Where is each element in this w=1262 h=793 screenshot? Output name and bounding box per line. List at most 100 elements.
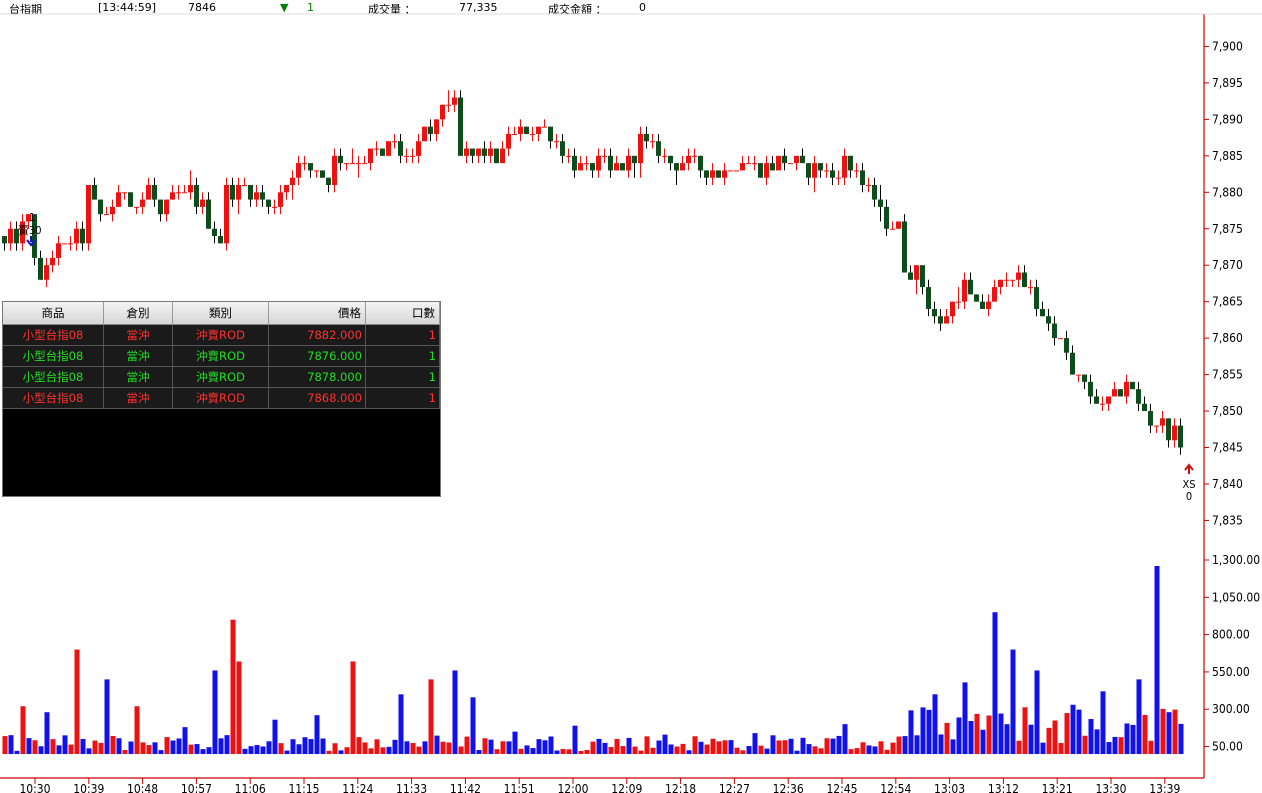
candle-body [170,192,175,200]
trade-table: 商品 倉別 類別 價格 口數 小型台指08 當沖 沖賣ROD 7882.000 1 小型台… [3,302,440,409]
candle-body [842,155,847,178]
candle-body [218,236,223,244]
volume-bar [386,746,392,754]
volume-bar [140,742,146,754]
volume-bar [968,721,974,754]
y-tick-label: 7,880 [1212,185,1243,199]
volume-bar [548,736,554,754]
volume-bar [806,744,812,754]
candle-body [968,279,973,295]
candle-body [212,228,217,237]
volume-bar [674,746,680,754]
cell-product: 小型台指08 [3,387,104,409]
volume-bar [596,738,602,754]
volume-bar [278,743,284,754]
volume-bar [362,742,368,754]
candle-body [446,104,451,106]
cell-position: 當沖 [103,324,173,346]
candle-body [602,155,607,157]
candle-body [1022,272,1027,288]
volume-bar [116,738,122,754]
volume-bar [722,740,728,754]
table-row[interactable]: 小型台指08 當沖 沖賣ROD 7868.000 1 [3,387,440,409]
table-row[interactable]: 小型台指08 當沖 沖賣ROD 7876.000 1 [3,345,440,367]
candle-body [614,163,619,171]
col-qty[interactable]: 口數 [365,302,440,325]
volume-bar [1172,709,1178,754]
col-product[interactable]: 商品 [3,302,104,325]
cell-product: 小型台指08 [3,324,104,346]
candle-body [1064,338,1069,353]
candle-body [566,155,571,157]
volume-bar [1154,565,1160,754]
volume-bar [416,746,422,754]
candle-body [572,155,577,171]
candle-body [836,177,841,179]
candle-body [920,265,925,288]
candle-body [890,228,895,230]
col-type[interactable]: 類別 [172,302,269,325]
candle-body [356,163,361,165]
volume-bar [668,744,674,754]
candle-body [440,104,445,120]
volume-bar [104,679,110,754]
col-price[interactable]: 價格 [268,302,366,325]
volume-bar [80,738,86,754]
candle-body [626,155,631,171]
volume-bar [92,740,98,754]
volume-bar [560,749,566,754]
volume-bar [758,745,764,754]
candle-body [956,301,961,303]
volume-bar [158,750,164,754]
volume-bar [1040,742,1046,754]
x-tick-label: 11:15 [288,782,319,793]
candle-body [1148,411,1153,426]
x-tick-label: 10:39 [73,782,104,793]
candle-body [1112,389,1117,397]
candle-body [950,301,955,317]
candle-body [380,148,385,156]
volume-bar [830,738,836,754]
candle-body [770,163,775,171]
x-tick-label: 13:03 [934,782,965,793]
volume-bar [650,747,656,754]
y-tick-label: 7,835 [1212,513,1243,527]
volume-bar [1094,729,1100,754]
col-position[interactable]: 倉別 [103,302,173,325]
volume-bar [800,737,806,754]
cell-type: 沖賣ROD [172,366,269,388]
candle-body [80,228,85,244]
candle-body [1070,352,1075,375]
table-row[interactable]: 小型台指08 當沖 沖賣ROD 7878.000 1 [3,366,440,388]
volume-bar [374,739,380,754]
volume-bar [728,740,734,754]
volume-bar [686,750,692,754]
volume-bar [770,735,776,754]
x-tick-label: 10:30 [19,782,50,793]
candle-body [1130,381,1135,390]
table-row[interactable]: 小型台指08 當沖 沖賣ROD 7882.000 1 [3,324,440,346]
volume-bar [494,749,500,754]
candle-body [1136,389,1141,404]
candle-body [944,316,949,324]
candle-body [128,192,133,207]
volume-bar [662,734,668,754]
volume-bar [1076,709,1082,754]
candle-body [740,163,745,171]
volume-bar [200,749,206,754]
cell-qty: 1 [365,366,440,388]
candle-body [314,170,319,172]
cell-price: 7868.000 [268,387,366,409]
candle-body [1142,403,1147,412]
y-tick-label: 7,865 [1212,295,1243,309]
candle-body [1082,374,1087,382]
trade-record-panel[interactable]: 商品 倉別 類別 價格 口數 小型台指08 當沖 沖賣ROD 7882.000 1 小型台… [2,301,441,497]
volume-tick-label: 1,050.00 [1212,590,1260,604]
candle-body [1058,338,1063,340]
candle-body [620,163,625,171]
candle-body [776,155,781,171]
volume-bar [890,742,896,754]
volume-bar [944,722,950,754]
candle-body [902,221,907,273]
volume-tick-label: 50.00 [1212,740,1243,754]
